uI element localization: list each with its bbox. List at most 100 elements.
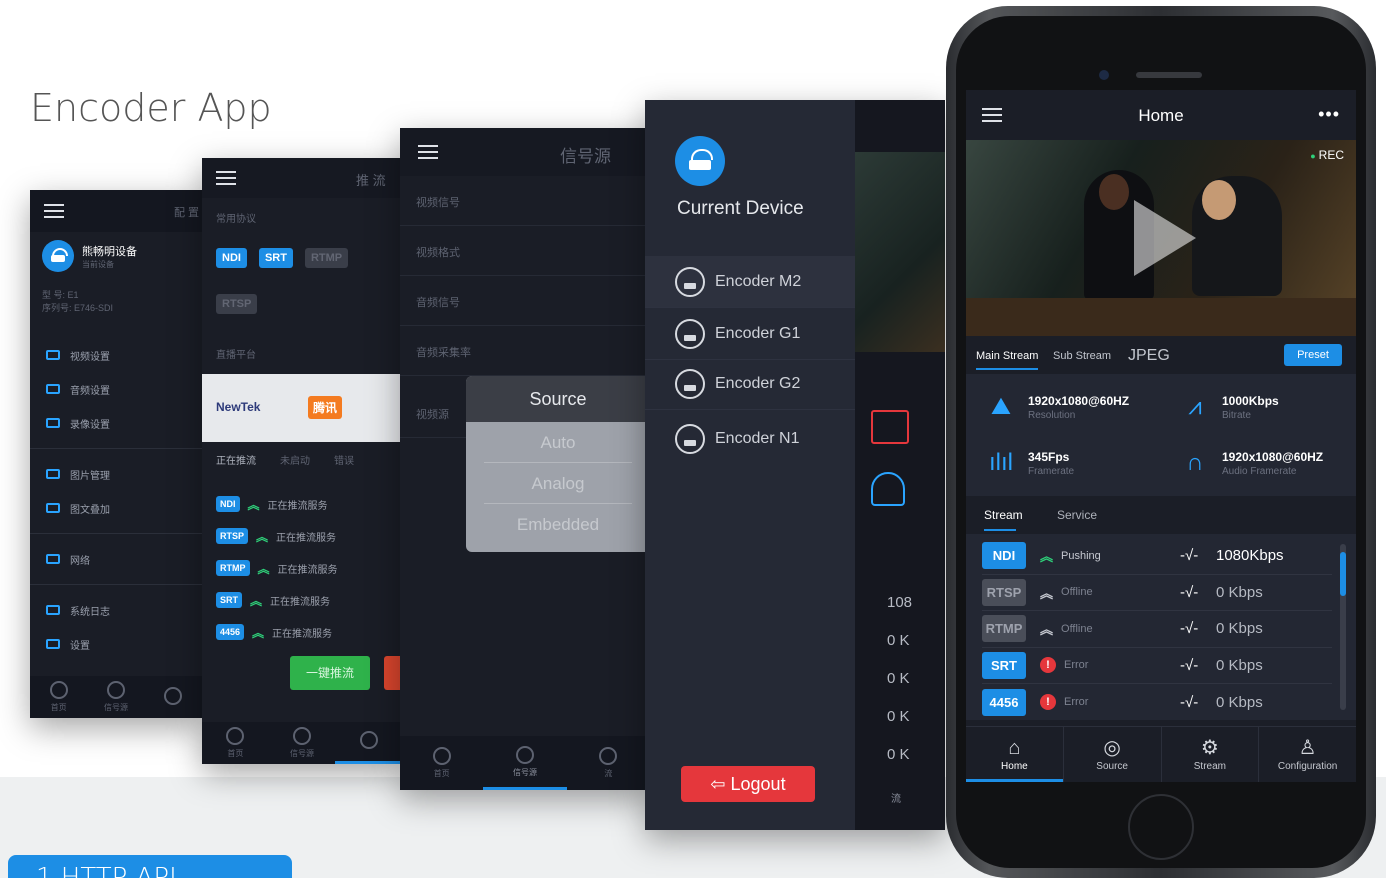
- row-video-signal[interactable]: 视频信号: [400, 176, 650, 226]
- stat-resolution: ⛰ 1920x1080@60HZ Resolution: [984, 392, 1129, 422]
- option-analog[interactable]: Analog: [484, 463, 632, 504]
- image-icon: [46, 469, 60, 479]
- video-preview[interactable]: REC: [966, 140, 1356, 336]
- menu-item-video[interactable]: 视频设置: [30, 338, 202, 372]
- popup-title: Source: [466, 376, 650, 422]
- stream-tag: RTMP: [982, 615, 1026, 643]
- screen-header: 配 置: [174, 207, 200, 219]
- stream-tag: RTSP: [982, 578, 1026, 606]
- headphones-icon: ∩: [1186, 449, 1204, 476]
- tab-error[interactable]: 错误: [334, 452, 354, 467]
- row-audio-samplerate[interactable]: 音频采集率: [400, 326, 650, 376]
- device-drawer-screen: 108 0 K 0 K 0 K 0 K 流 Current Device Enc…: [645, 100, 945, 830]
- menu-item-audio[interactable]: 音频设置: [30, 372, 202, 406]
- menu-item-record[interactable]: 录像设置: [30, 406, 202, 440]
- encoder-n1[interactable]: Encoder N1: [645, 413, 855, 465]
- menu-icon[interactable]: [216, 171, 236, 185]
- menu-item-overlay[interactable]: 图文叠加: [30, 491, 202, 525]
- menu-item-settings[interactable]: 设置: [30, 627, 202, 661]
- overlay-icon: [46, 503, 60, 513]
- protocol-srt[interactable]: SRT: [258, 248, 293, 268]
- error-icon: !: [1040, 694, 1056, 711]
- top-bar: Home •••: [966, 90, 1356, 140]
- stream-tag: 4456: [982, 688, 1026, 716]
- menu-item-logs[interactable]: 系统日志: [30, 593, 202, 627]
- table-row[interactable]: RTMP ︽ Offline -√- 0 Kbps: [982, 611, 1332, 648]
- push-all-button[interactable]: 一键推流: [290, 656, 370, 690]
- encoder-m2[interactable]: Encoder M2: [645, 256, 855, 308]
- device-name: 熊畅明设备: [82, 245, 137, 258]
- home-button[interactable]: [1128, 794, 1194, 860]
- row-video-format[interactable]: 视频格式: [400, 226, 650, 276]
- tab-sub-stream[interactable]: Sub Stream: [1053, 350, 1111, 362]
- nav-home[interactable]: ⌂ Home: [966, 727, 1064, 782]
- menu-item-images[interactable]: 图片管理: [30, 457, 202, 491]
- protocol-rtmp[interactable]: RTMP: [304, 248, 349, 268]
- section-platform: 直播平台: [216, 350, 256, 361]
- more-icon[interactable]: •••: [1318, 104, 1340, 125]
- tab-source[interactable]: 信号源: [87, 676, 144, 718]
- stream-icon: ⚙: [1200, 737, 1219, 759]
- tab-stream[interactable]: Stream: [984, 508, 1023, 531]
- stream-tag: NDI: [982, 542, 1026, 570]
- settings-screen: 配 置 熊畅明设备 当前设备 型 号: E1 序列号: E746-SDI 视频设…: [30, 190, 202, 718]
- pushing-icon: ︽: [1040, 549, 1054, 565]
- screen-header: 推 流: [356, 173, 386, 188]
- option-auto[interactable]: Auto: [484, 422, 632, 463]
- play-icon[interactable]: [1134, 200, 1196, 276]
- encoder-g2[interactable]: Encoder G2: [645, 358, 855, 410]
- protocol-rtsp[interactable]: RTSP: [216, 294, 258, 314]
- stat-framerate: ılıl 345Fps Framerate: [984, 448, 1074, 478]
- stats-panel: ⛰ 1920x1080@60HZ Resolution ⩘ 1000Kbps Bit…: [966, 374, 1356, 496]
- tab-home[interactable]: 首页: [400, 736, 483, 790]
- push-list: NDI ︽ 正在推流服务 RTSP ︽ 正在推流服务 RTMP ︽ 正在推流服务 SRT ︽ 正…: [216, 488, 402, 648]
- source-popup: Source Auto Analog Embedded: [466, 376, 650, 552]
- framerate-icon: ılıl: [989, 449, 1013, 476]
- nav-stream[interactable]: ⚙ Stream: [1162, 727, 1260, 782]
- menu-icon[interactable]: [44, 204, 64, 218]
- tab-service[interactable]: Service: [1057, 508, 1097, 522]
- table-row[interactable]: 4456 ! Error -√- 0 Kbps: [982, 684, 1332, 721]
- scrollbar[interactable]: [1340, 544, 1346, 710]
- row-audio-signal[interactable]: 音频信号: [400, 276, 650, 326]
- platform-newtek[interactable]: NewTek: [216, 400, 260, 414]
- headphones-icon: [871, 472, 905, 506]
- encoder-g1[interactable]: Encoder G1: [645, 308, 855, 360]
- nav-configuration[interactable]: ♙ Configuration: [1259, 727, 1356, 782]
- speaker: [1136, 72, 1202, 78]
- rate-2: 0 K: [887, 632, 910, 649]
- nav-source[interactable]: ◎ Source: [1064, 727, 1162, 782]
- list-item: 4456 ︽ 正在推流服务: [216, 616, 402, 648]
- settings-list: 视频设置 音频设置 录像设置 图片管理 图文叠加 网络 系统日志 设置: [30, 338, 202, 661]
- table-row[interactable]: SRT ! Error -√- 0 Kbps: [982, 648, 1332, 684]
- preset-button[interactable]: Preset: [1284, 344, 1342, 366]
- tab-pushing[interactable]: 正在推流: [216, 452, 256, 467]
- home-icon: ⌂: [1008, 737, 1021, 759]
- tab-source[interactable]: 信号源: [269, 722, 336, 764]
- tab-jpeg[interactable]: JPEG: [1128, 347, 1170, 365]
- video-icon: [46, 350, 60, 360]
- tab-main-stream[interactable]: Main Stream: [976, 350, 1039, 370]
- tab-home[interactable]: 首页: [202, 722, 269, 764]
- tab-not-started[interactable]: 未启动: [280, 452, 310, 467]
- page-title: Encoder App: [30, 86, 272, 130]
- menu-icon[interactable]: [418, 145, 438, 159]
- platform-tencent[interactable]: 腾讯: [308, 396, 343, 419]
- option-embedded[interactable]: Embedded: [484, 504, 632, 545]
- logout-button[interactable]: ⇦ Logout: [681, 766, 815, 802]
- stream-list: NDI ︽ Pushing -√- 1080Kbps RTSP ︽ Offline …: [966, 534, 1356, 720]
- api-tab[interactable]: 1.HTTP API: [8, 855, 292, 878]
- tab-source[interactable]: 信号源: [483, 736, 567, 790]
- tab-stream[interactable]: 流: [567, 736, 650, 790]
- platform-strip: NewTek 腾讯: [202, 374, 402, 442]
- list-item: NDI ︽ 正在推流服务: [216, 488, 402, 520]
- tab-home[interactable]: 首页: [30, 676, 87, 718]
- encoder-icon: [675, 368, 705, 399]
- record-icon: [46, 418, 60, 428]
- rec-indicator: REC: [1310, 148, 1344, 162]
- menu-item-network[interactable]: 网络: [30, 542, 202, 576]
- tab-stream[interactable]: 流: [891, 790, 901, 805]
- table-row[interactable]: RTSP ︽ Offline -√- 0 Kbps: [982, 575, 1332, 611]
- table-row[interactable]: NDI ︽ Pushing -√- 1080Kbps: [982, 538, 1332, 575]
- protocol-ndi[interactable]: NDI: [216, 248, 247, 268]
